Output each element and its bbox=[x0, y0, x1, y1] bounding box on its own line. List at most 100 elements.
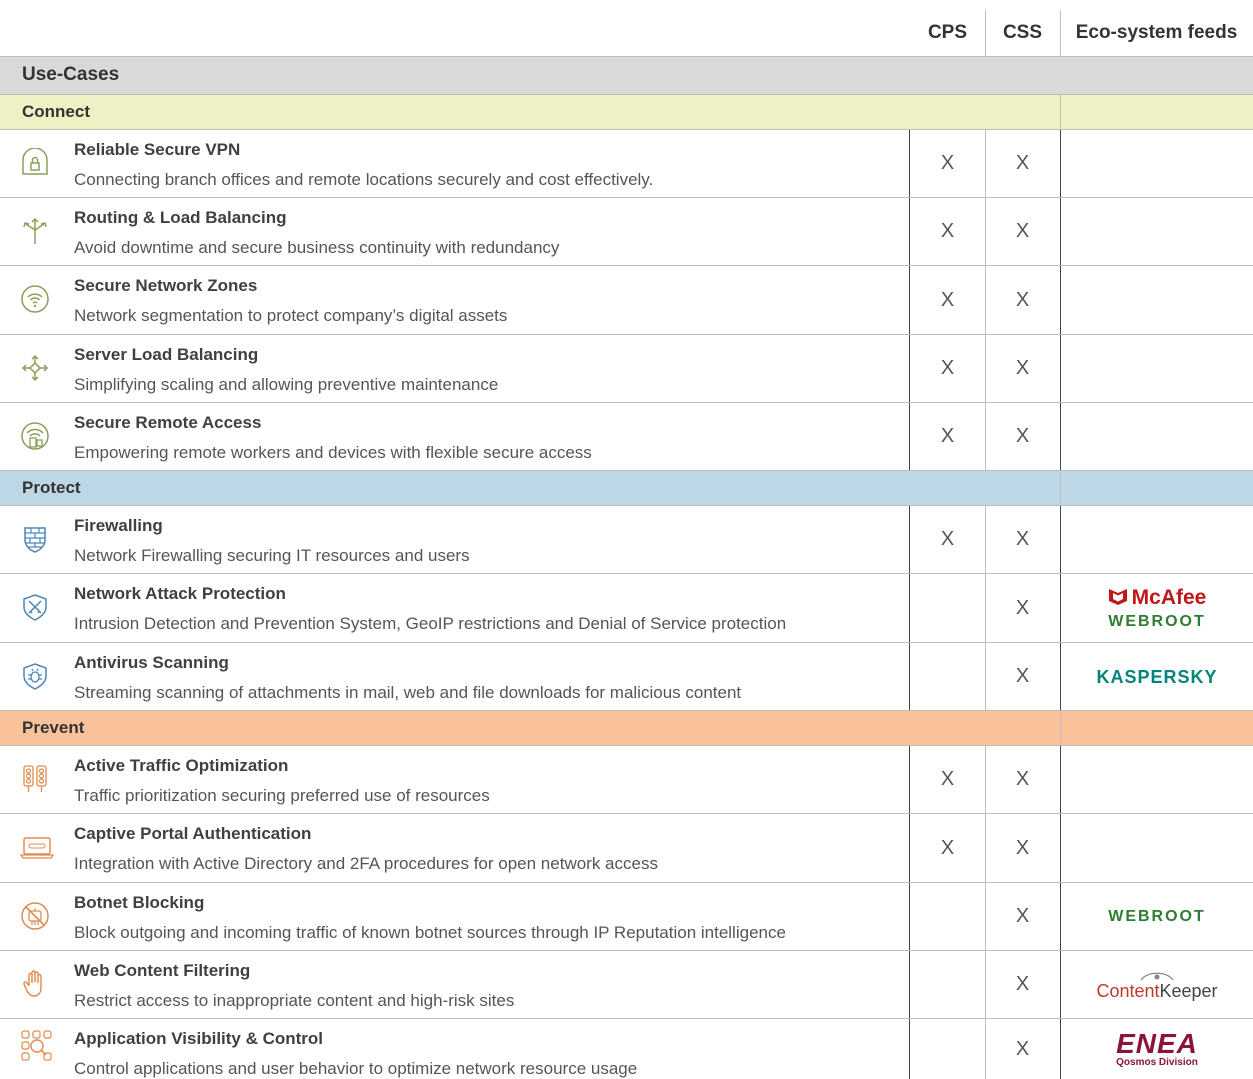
css-mark: X bbox=[1015, 768, 1030, 790]
app-control-icon bbox=[21, 1030, 52, 1061]
mcafee-logo: McAfee bbox=[1108, 585, 1207, 609]
row-title: Secure Remote Access bbox=[74, 413, 262, 432]
css-mark: X bbox=[1015, 357, 1030, 379]
css-mark: X bbox=[1015, 905, 1030, 927]
cps-mark bbox=[910, 883, 985, 950]
row-title: Secure Network Zones bbox=[74, 276, 258, 295]
cps-mark: X bbox=[940, 836, 955, 859]
row-title: Botnet Blocking bbox=[74, 893, 205, 912]
row-title: Web Content Filtering bbox=[74, 961, 251, 980]
table-row: Secure Remote Access Empowering remote w… bbox=[0, 403, 1253, 471]
server-balance-icon bbox=[21, 354, 49, 382]
section-connect: Connect bbox=[0, 95, 1253, 130]
row-description: Traffic prioritization securing preferre… bbox=[74, 786, 490, 805]
traffic-light-icon bbox=[23, 765, 47, 792]
column-header-css: CSS bbox=[1002, 22, 1043, 43]
row-description: Block outgoing and incoming traffic of k… bbox=[74, 923, 786, 942]
table-row: Antivirus Scanning Streaming scanning of… bbox=[0, 643, 1253, 711]
section-label: Connect bbox=[22, 102, 90, 121]
routing-arrows-icon bbox=[23, 217, 47, 244]
row-description: Network Firewalling securing IT resource… bbox=[74, 546, 470, 565]
table-row: Server Load Balancing Simplifying scalin… bbox=[0, 335, 1253, 403]
row-description: Avoid downtime and secure business conti… bbox=[74, 238, 560, 257]
cps-mark bbox=[910, 643, 985, 710]
vpn-lock-icon bbox=[22, 148, 48, 175]
eco-system-feeds: McAfee WEBROOT bbox=[1061, 574, 1253, 642]
cps-mark: X bbox=[940, 768, 955, 790]
eco-system-feeds: ContentKeeper bbox=[1061, 951, 1253, 1018]
use-cases-label: Use-Cases bbox=[22, 64, 120, 85]
eco-system-feeds: KASPERSKY bbox=[1061, 643, 1253, 710]
cps-mark: X bbox=[940, 288, 955, 311]
kaspersky-logo: KASPERSKY bbox=[1096, 666, 1218, 687]
cps-mark bbox=[910, 951, 985, 1018]
row-title: Application Visibility & Control bbox=[74, 1029, 324, 1048]
row-description: Empowering remote workers and devices wi… bbox=[74, 443, 592, 462]
mcafee-wordmark: McAfee bbox=[1131, 585, 1207, 609]
cps-mark bbox=[910, 1019, 985, 1079]
row-description: Integration with Active Directory and 2F… bbox=[74, 854, 658, 873]
wifi-zone-icon bbox=[21, 285, 49, 313]
table-row: Routing & Load Balancing Avoid downtime … bbox=[0, 198, 1253, 266]
row-title: Firewalling bbox=[74, 516, 163, 535]
section-label: Prevent bbox=[22, 718, 85, 737]
css-mark: X bbox=[1015, 836, 1030, 859]
css-mark: X bbox=[1015, 596, 1030, 619]
section-label: Protect bbox=[22, 478, 81, 497]
hand-stop-icon bbox=[23, 970, 42, 997]
row-description: Simplifying scaling and allowing prevent… bbox=[74, 375, 499, 394]
table-row: Web Content Filtering Restrict access to… bbox=[0, 951, 1253, 1019]
row-description: Streaming scanning of attachments in mai… bbox=[74, 683, 742, 702]
row-description: Intrusion Detection and Prevention Syste… bbox=[74, 614, 787, 633]
row-title: Active Traffic Optimization bbox=[74, 756, 289, 775]
row-title: Captive Portal Authentication bbox=[74, 824, 312, 843]
column-header-eco: Eco-system feeds bbox=[1075, 22, 1238, 43]
css-mark: X bbox=[1015, 152, 1030, 174]
section-protect: Protect bbox=[0, 471, 1253, 506]
use-cases-header: Use-Cases bbox=[0, 57, 1253, 95]
table-row: Botnet Blocking Block outgoing and incom… bbox=[0, 883, 1253, 951]
row-title: Reliable Secure VPN bbox=[74, 140, 241, 159]
cps-mark bbox=[910, 574, 985, 642]
eco-system-feeds: ENEA Qosmos Division bbox=[1061, 1019, 1253, 1079]
webroot-logo: WEBROOT bbox=[1108, 612, 1206, 630]
remote-access-icon bbox=[21, 422, 49, 450]
table-row: Active Traffic Optimization Traffic prio… bbox=[0, 746, 1253, 814]
botnet-block-icon bbox=[21, 902, 49, 930]
table-row: Network Attack Protection Intrusion Dete… bbox=[0, 574, 1253, 643]
column-header-cps: CPS bbox=[927, 22, 968, 43]
css-mark: X bbox=[1015, 288, 1030, 311]
section-prevent: Prevent bbox=[0, 711, 1253, 746]
enea-logo: ENEA Qosmos Division bbox=[1116, 1030, 1198, 1068]
row-title: Antivirus Scanning bbox=[74, 653, 229, 672]
mcafee-shield-icon bbox=[1108, 589, 1127, 605]
attack-shield-icon bbox=[23, 594, 47, 621]
row-description: Connecting branch offices and remote loc… bbox=[74, 170, 654, 189]
table-row: Application Visibility & Control Control… bbox=[0, 1019, 1253, 1079]
row-title: Network Attack Protection bbox=[74, 584, 286, 603]
enea-wordmark: ENEA bbox=[1116, 1028, 1198, 1059]
firewall-icon bbox=[24, 527, 46, 553]
row-description: Restrict access to inappropriate content… bbox=[74, 991, 515, 1010]
captive-portal-icon bbox=[20, 837, 54, 859]
row-description: Network segmentation to protect company’… bbox=[74, 306, 508, 325]
eco-system-feeds: WEBROOT bbox=[1061, 883, 1253, 950]
css-mark: X bbox=[1015, 973, 1030, 995]
table-row: Secure Network Zones Network segmentatio… bbox=[0, 266, 1253, 335]
cps-mark: X bbox=[940, 425, 955, 447]
cps-mark: X bbox=[940, 528, 955, 550]
css-mark: X bbox=[1015, 665, 1030, 687]
table-header: CPS CSS Eco-system feeds bbox=[0, 0, 1253, 57]
enea-division: Qosmos Division bbox=[1116, 1057, 1198, 1068]
contentkeeper-content-part: Content bbox=[1096, 980, 1160, 1001]
table-row: Firewalling Network Firewalling securing… bbox=[0, 506, 1253, 574]
table-row: Reliable Secure VPN Connecting branch of… bbox=[0, 130, 1253, 198]
css-mark: X bbox=[1015, 528, 1030, 550]
contentkeeper-keeper-part: Keeper bbox=[1159, 980, 1218, 1001]
row-title: Routing & Load Balancing bbox=[74, 208, 287, 227]
css-mark: X bbox=[1015, 425, 1030, 447]
row-description: Control applications and user behavior t… bbox=[74, 1059, 638, 1078]
cps-mark: X bbox=[940, 152, 955, 174]
contentkeeper-logo: ContentKeeper bbox=[1096, 982, 1217, 1000]
css-mark: X bbox=[1015, 220, 1030, 242]
